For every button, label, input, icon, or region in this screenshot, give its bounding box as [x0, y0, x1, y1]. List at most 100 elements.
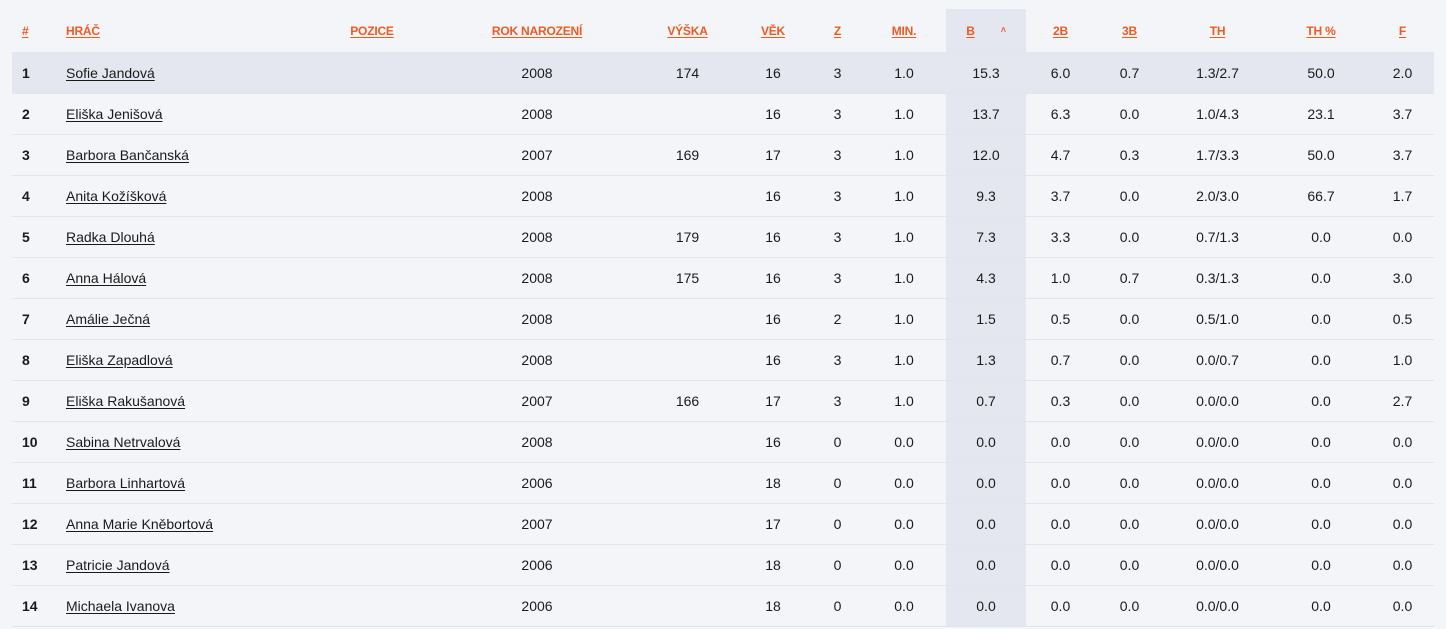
cell-fouls: 0.0 — [1371, 544, 1434, 586]
cell-position — [312, 503, 432, 545]
cell-free-throw-pct: 0.0 — [1271, 339, 1371, 381]
cell-points: 0.0 — [946, 544, 1026, 586]
cell-fouls: 0.0 — [1371, 216, 1434, 258]
column-header-birth-year[interactable]: ROK NAROZENÍ — [432, 9, 642, 53]
player-name-link[interactable]: Patricie Jandová — [66, 557, 170, 573]
column-header-three-pointers[interactable]: 3B — [1095, 9, 1164, 53]
player-name-link[interactable]: Amálie Ječná — [66, 311, 150, 327]
cell-rank: 8 — [12, 339, 66, 381]
cell-minutes: 0.0 — [862, 421, 946, 463]
cell-height — [642, 298, 733, 340]
cell-height: 174 — [642, 52, 733, 94]
player-name-link[interactable]: Michaela Ivanova — [66, 598, 175, 614]
cell-points: 0.0 — [946, 503, 1026, 545]
column-header-label: 3B — [1122, 23, 1137, 38]
column-header-height[interactable]: VÝŠKA — [642, 9, 733, 53]
cell-free-throws: 1.0/4.3 — [1164, 93, 1271, 135]
cell-points: 0.0 — [946, 585, 1026, 627]
cell-two-pointers: 0.0 — [1026, 503, 1095, 545]
cell-age: 16 — [733, 216, 813, 258]
player-name-link[interactable]: Barbora Bančanská — [66, 147, 189, 163]
cell-free-throws: 0.0/0.0 — [1164, 421, 1271, 463]
player-name-link[interactable]: Radka Dlouhá — [66, 229, 155, 245]
cell-three-pointers: 0.0 — [1095, 462, 1164, 504]
player-name-link[interactable]: Eliška Rakušanová — [66, 393, 185, 409]
cell-birth-year: 2008 — [432, 257, 642, 299]
cell-height — [642, 421, 733, 463]
table-row: 2 Eliška Jenišová 2008 16 3 1.0 13.7 6.3 0.0 1.0/… — [12, 93, 1434, 135]
table-row: 1 Sofie Jandová 2008 174 16 3 1.0 15.3 6.0 0.7 1.3… — [12, 52, 1434, 94]
table-row: 4 Anita Kožíšková 2008 16 3 1.0 9.3 3.7 0.0 2.0/3… — [12, 175, 1434, 217]
cell-minutes: 1.0 — [862, 175, 946, 217]
cell-position — [312, 216, 432, 258]
column-header-age[interactable]: VĚK — [733, 9, 813, 53]
column-header-games[interactable]: Z — [813, 9, 862, 53]
column-header-label: POZICE — [350, 23, 394, 38]
cell-player: Michaela Ivanova — [66, 585, 312, 627]
cell-player: Amálie Ječná — [66, 298, 312, 340]
column-header-free-throw-pct[interactable]: TH % — [1271, 9, 1371, 53]
cell-height — [642, 585, 733, 627]
cell-free-throw-pct: 50.0 — [1271, 52, 1371, 94]
column-header-free-throws[interactable]: TH — [1164, 9, 1271, 53]
cell-games: 2 — [813, 298, 862, 340]
cell-rank: 2 — [12, 93, 66, 135]
cell-fouls: 0.0 — [1371, 462, 1434, 504]
cell-points: 12.0 — [946, 134, 1026, 176]
cell-height — [642, 462, 733, 504]
cell-height — [642, 544, 733, 586]
column-header-minutes[interactable]: MIN. — [862, 9, 946, 53]
cell-two-pointers: 0.5 — [1026, 298, 1095, 340]
column-header-position[interactable]: POZICE — [312, 9, 432, 53]
column-header-two-pointers[interactable]: 2B — [1026, 9, 1095, 53]
column-header-label: VĚK — [760, 23, 786, 38]
column-header-rank[interactable]: # — [12, 9, 66, 53]
cell-age: 16 — [733, 52, 813, 94]
cell-player: Patricie Jandová — [66, 544, 312, 586]
cell-position — [312, 339, 432, 381]
cell-free-throw-pct: 0.0 — [1271, 298, 1371, 340]
cell-games: 3 — [813, 93, 862, 135]
cell-points: 1.5 — [946, 298, 1026, 340]
player-name-link[interactable]: Eliška Zapadlová — [66, 352, 173, 368]
cell-points: 4.3 — [946, 257, 1026, 299]
cell-player: Barbora Linhartová — [66, 462, 312, 504]
cell-birth-year: 2008 — [432, 421, 642, 463]
cell-points: 0.0 — [946, 421, 1026, 463]
player-name-link[interactable]: Anna Marie Kněbortová — [66, 516, 213, 532]
cell-free-throw-pct: 66.7 — [1271, 175, 1371, 217]
player-name-link[interactable]: Eliška Jenišová — [66, 106, 163, 122]
cell-two-pointers: 0.0 — [1026, 462, 1095, 504]
sort-descending-icon: ˄ — [1000, 24, 1006, 35]
player-name-link[interactable]: Anita Kožíšková — [66, 188, 166, 204]
column-header-player[interactable]: HRÁČ — [66, 9, 312, 53]
cell-free-throws: 0.0/0.7 — [1164, 339, 1271, 381]
cell-position — [312, 421, 432, 463]
cell-player: Barbora Bančanská — [66, 134, 312, 176]
player-name-link[interactable]: Sofie Jandová — [66, 65, 155, 81]
cell-three-pointers: 0.0 — [1095, 585, 1164, 627]
cell-games: 3 — [813, 216, 862, 258]
cell-three-pointers: 0.0 — [1095, 216, 1164, 258]
column-header-label: # — [22, 23, 29, 38]
cell-games: 0 — [813, 585, 862, 627]
cell-free-throw-pct: 0.0 — [1271, 585, 1371, 627]
player-name-link[interactable]: Barbora Linhartová — [66, 475, 185, 491]
cell-free-throw-pct: 0.0 — [1271, 257, 1371, 299]
cell-height: 166 — [642, 380, 733, 422]
column-header-points[interactable]: B ˄ — [946, 9, 1026, 53]
column-header-label: F — [1398, 23, 1407, 38]
player-name-link[interactable]: Sabina Netrvalová — [66, 434, 180, 450]
cell-position — [312, 462, 432, 504]
cell-three-pointers: 0.0 — [1095, 339, 1164, 381]
cell-three-pointers: 0.0 — [1095, 503, 1164, 545]
cell-games: 3 — [813, 52, 862, 94]
player-name-link[interactable]: Anna Hálová — [66, 270, 146, 286]
column-header-fouls[interactable]: F — [1371, 9, 1434, 53]
cell-rank: 1 — [12, 52, 66, 94]
cell-age: 17 — [733, 380, 813, 422]
cell-games: 3 — [813, 257, 862, 299]
cell-free-throws: 0.3/1.3 — [1164, 257, 1271, 299]
cell-three-pointers: 0.0 — [1095, 93, 1164, 135]
cell-birth-year: 2008 — [432, 339, 642, 381]
